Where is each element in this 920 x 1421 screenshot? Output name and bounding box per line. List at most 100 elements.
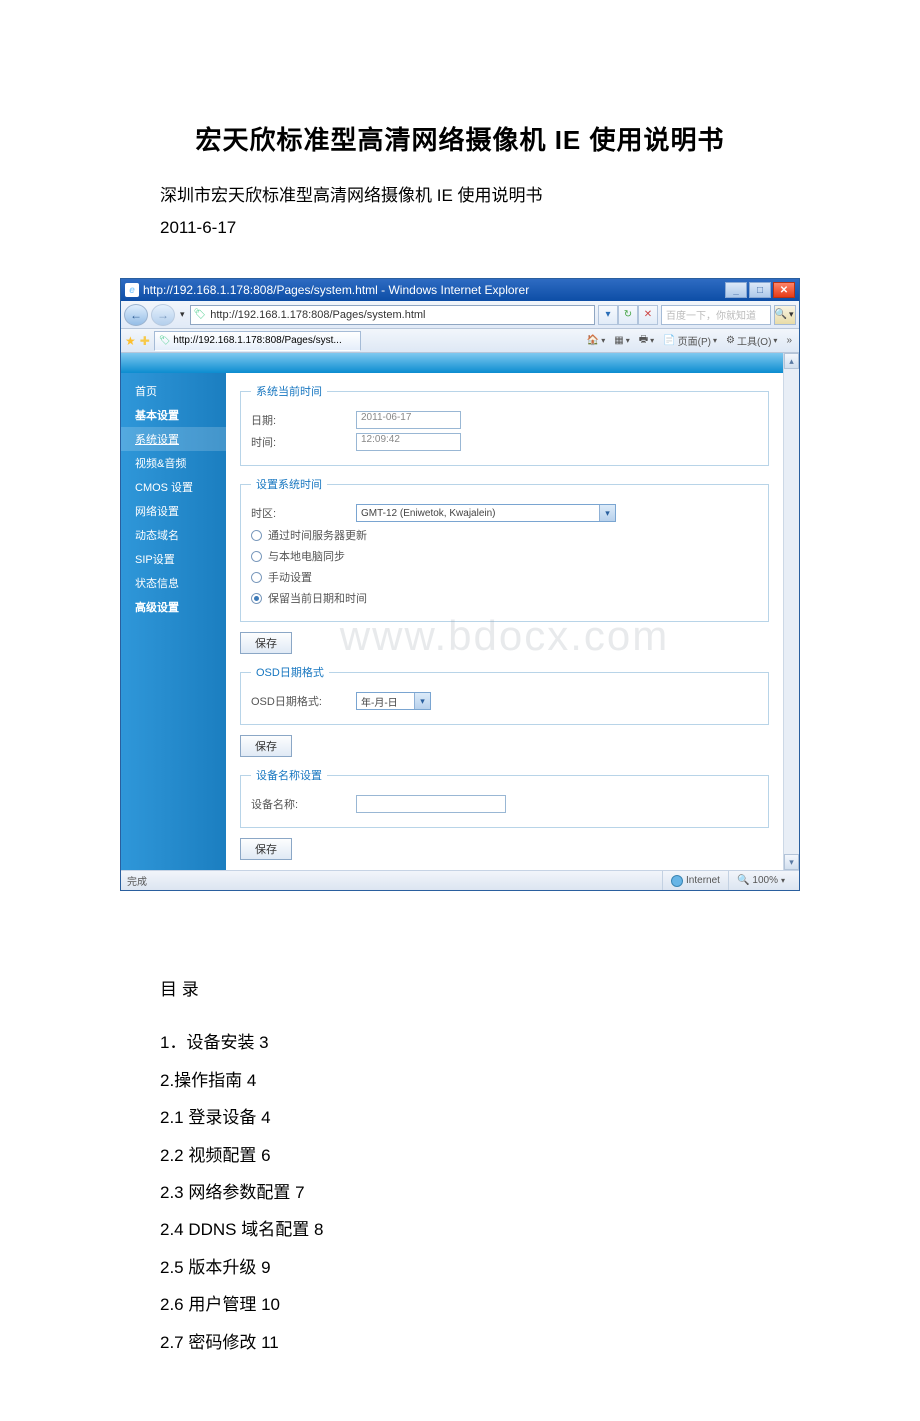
option-ntp[interactable]: 通过时间服务器更新 xyxy=(251,527,758,543)
add-favorites-icon[interactable]: ✚ xyxy=(140,334,150,348)
stop-button[interactable]: ✕ xyxy=(638,305,658,325)
sidebar-item-1[interactable]: 基本设置 xyxy=(121,403,226,427)
status-done-text: 完成 xyxy=(127,873,147,888)
osd-format-fieldset: OSD日期格式 OSD日期格式: 年-月-日 ▾ xyxy=(240,664,769,725)
option-keep[interactable]: 保留当前日期和时间 xyxy=(251,590,758,606)
status-zoom-text: 100% xyxy=(752,875,778,886)
ie-tab-toolbar: ★ ✚ 🏷 http://192.168.1.178:808/Pages/sys… xyxy=(121,329,799,353)
nav-history-dropdown[interactable]: ▾ xyxy=(178,309,187,320)
window-minimize-button[interactable]: _ xyxy=(725,282,747,298)
browser-tab[interactable]: 🏷 http://192.168.1.178:808/Pages/syst... xyxy=(154,331,361,351)
toc-item: 1．设备安装 3 xyxy=(160,1024,760,1061)
sidebar-item-2[interactable]: 系统设置 xyxy=(121,427,226,451)
timezone-value: GMT-12 (Eniwetok, Kwajalein) xyxy=(361,508,496,519)
option-manual-label: 手动设置 xyxy=(268,569,312,585)
window-maximize-button[interactable]: □ xyxy=(749,282,771,298)
ie-status-bar: 完成 Internet 🔍 100% ▾ xyxy=(121,870,799,890)
scroll-down-icon[interactable]: ▾ xyxy=(784,854,799,870)
device-name-label: 设备名称: xyxy=(251,796,346,812)
page-content-area: 首页基本设置系统设置视频&音频CMOS 设置网络设置动态域名SIP设置状态信息高… xyxy=(121,353,799,870)
option-keep-label: 保留当前日期和时间 xyxy=(268,590,367,606)
toolbar-overflow-icon[interactable]: » xyxy=(783,333,795,348)
settings-sidebar: 首页基本设置系统设置视频&音频CMOS 设置网络设置动态域名SIP设置状态信息高… xyxy=(121,373,226,870)
chevron-down-icon: ▾ xyxy=(599,505,615,521)
date-display: 2011-06-17 xyxy=(356,411,461,429)
vertical-scrollbar[interactable]: ▴ ▾ xyxy=(783,353,799,870)
status-zone-text: Internet xyxy=(686,875,720,886)
osd-format-label: OSD日期格式: xyxy=(251,693,346,709)
timezone-select[interactable]: GMT-12 (Eniwetok, Kwajalein) ▾ xyxy=(356,504,616,522)
sidebar-item-6[interactable]: 动态域名 xyxy=(121,523,226,547)
toc-item: 2.1 登录设备 4 xyxy=(160,1099,760,1136)
osd-format-legend: OSD日期格式 xyxy=(251,664,329,680)
address-bar[interactable]: 🏷 http://192.168.1.178:808/Pages/system.… xyxy=(190,305,595,325)
document-title: 宏天欣标准型高清网络摄像机 IE 使用说明书 xyxy=(60,120,860,157)
refresh-button[interactable]: ↻ xyxy=(618,305,638,325)
save-devname-button[interactable]: 保存 xyxy=(240,838,292,860)
status-zoom[interactable]: 🔍 100% ▾ xyxy=(728,871,793,890)
page-menu[interactable]: 📄页面(P)▾ xyxy=(660,331,720,350)
date-label: 日期: xyxy=(251,412,346,428)
window-titlebar: e http://192.168.1.178:808/Pages/system.… xyxy=(121,279,799,301)
page-header-band xyxy=(121,353,783,373)
toc-item: 2.5 版本升级 9 xyxy=(160,1249,760,1286)
time-label: 时间: xyxy=(251,434,346,450)
chevron-down-icon: ▾ xyxy=(414,693,430,709)
go-dropdown-button[interactable]: ▾ xyxy=(598,305,618,325)
time-display: 12:09:42 xyxy=(356,433,461,451)
print-tool-icon[interactable]: 🖶▾ xyxy=(636,330,657,351)
save-time-button[interactable]: 保存 xyxy=(240,632,292,654)
radio-icon xyxy=(251,551,262,562)
globe-icon xyxy=(671,875,683,887)
toc-item: 2.3 网络参数配置 7 xyxy=(160,1174,760,1211)
status-zone: Internet xyxy=(662,871,728,890)
document-subtitle: 深圳市宏天欣标准型高清网络摄像机 IE 使用说明书 xyxy=(160,181,760,206)
radio-icon xyxy=(251,572,262,583)
device-name-input[interactable] xyxy=(356,795,506,813)
toc-item: 2.6 用户管理 10 xyxy=(160,1286,760,1323)
page-icon: 🏷 xyxy=(194,309,207,320)
document-date: 2011-6-17 xyxy=(160,218,760,238)
toc-heading: 目 录 xyxy=(160,971,760,1008)
timezone-label: 时区: xyxy=(251,505,346,521)
device-name-legend: 设备名称设置 xyxy=(251,767,327,783)
forward-button[interactable]: → xyxy=(151,304,175,326)
window-close-button[interactable]: ✕ xyxy=(773,282,795,298)
sidebar-item-8[interactable]: 状态信息 xyxy=(121,571,226,595)
option-local-sync[interactable]: 与本地电脑同步 xyxy=(251,548,758,564)
option-manual[interactable]: 手动设置 xyxy=(251,569,758,585)
sidebar-item-9[interactable]: 高级设置 xyxy=(121,595,226,619)
tools-menu[interactable]: ⚙工具(O)▾ xyxy=(723,331,780,350)
chevron-down-icon: ▾ xyxy=(781,876,785,885)
option-ntp-label: 通过时间服务器更新 xyxy=(268,527,367,543)
window-title-text: http://192.168.1.178:808/Pages/system.ht… xyxy=(143,283,725,297)
search-button[interactable]: 🔍▾ xyxy=(774,305,796,325)
sidebar-item-5[interactable]: 网络设置 xyxy=(121,499,226,523)
radio-icon xyxy=(251,530,262,541)
settings-main-panel: www.bdocx.com 系统当前时间 日期: 2011-06-17 时间: … xyxy=(226,373,783,870)
osd-format-select[interactable]: 年-月-日 ▾ xyxy=(356,692,431,710)
sidebar-item-7[interactable]: SIP设置 xyxy=(121,547,226,571)
sidebar-item-4[interactable]: CMOS 设置 xyxy=(121,475,226,499)
home-tool-icon[interactable]: 🏠▾ xyxy=(584,333,608,348)
save-osd-button[interactable]: 保存 xyxy=(240,735,292,757)
scroll-up-icon[interactable]: ▴ xyxy=(784,353,799,369)
current-time-legend: 系统当前时间 xyxy=(251,383,327,399)
toc-item: 2.4 DDNS 域名配置 8 xyxy=(160,1211,760,1248)
search-placeholder: 百度一下，你就知道 xyxy=(666,307,756,322)
favorites-star-icon[interactable]: ★ xyxy=(125,334,136,348)
feeds-tool-icon[interactable]: ▦▾ xyxy=(611,333,632,348)
set-time-legend: 设置系统时间 xyxy=(251,476,327,492)
tab-page-icon: 🏷 xyxy=(159,335,170,346)
toc-item: 2.2 视频配置 6 xyxy=(160,1137,760,1174)
back-button[interactable]: ← xyxy=(124,304,148,326)
radio-checked-icon xyxy=(251,593,262,604)
osd-format-value: 年-月-日 xyxy=(361,694,398,709)
ie-window-screenshot: e http://192.168.1.178:808/Pages/system.… xyxy=(120,278,800,891)
address-text: http://192.168.1.178:808/Pages/system.ht… xyxy=(210,309,425,321)
search-input[interactable]: 百度一下，你就知道 xyxy=(661,305,771,325)
table-of-contents: 目 录 1．设备安装 32.操作指南 42.1 登录设备 42.2 视频配置 6… xyxy=(160,971,760,1361)
device-name-fieldset: 设备名称设置 设备名称: xyxy=(240,767,769,828)
sidebar-item-0[interactable]: 首页 xyxy=(121,379,226,403)
sidebar-item-3[interactable]: 视频&音频 xyxy=(121,451,226,475)
